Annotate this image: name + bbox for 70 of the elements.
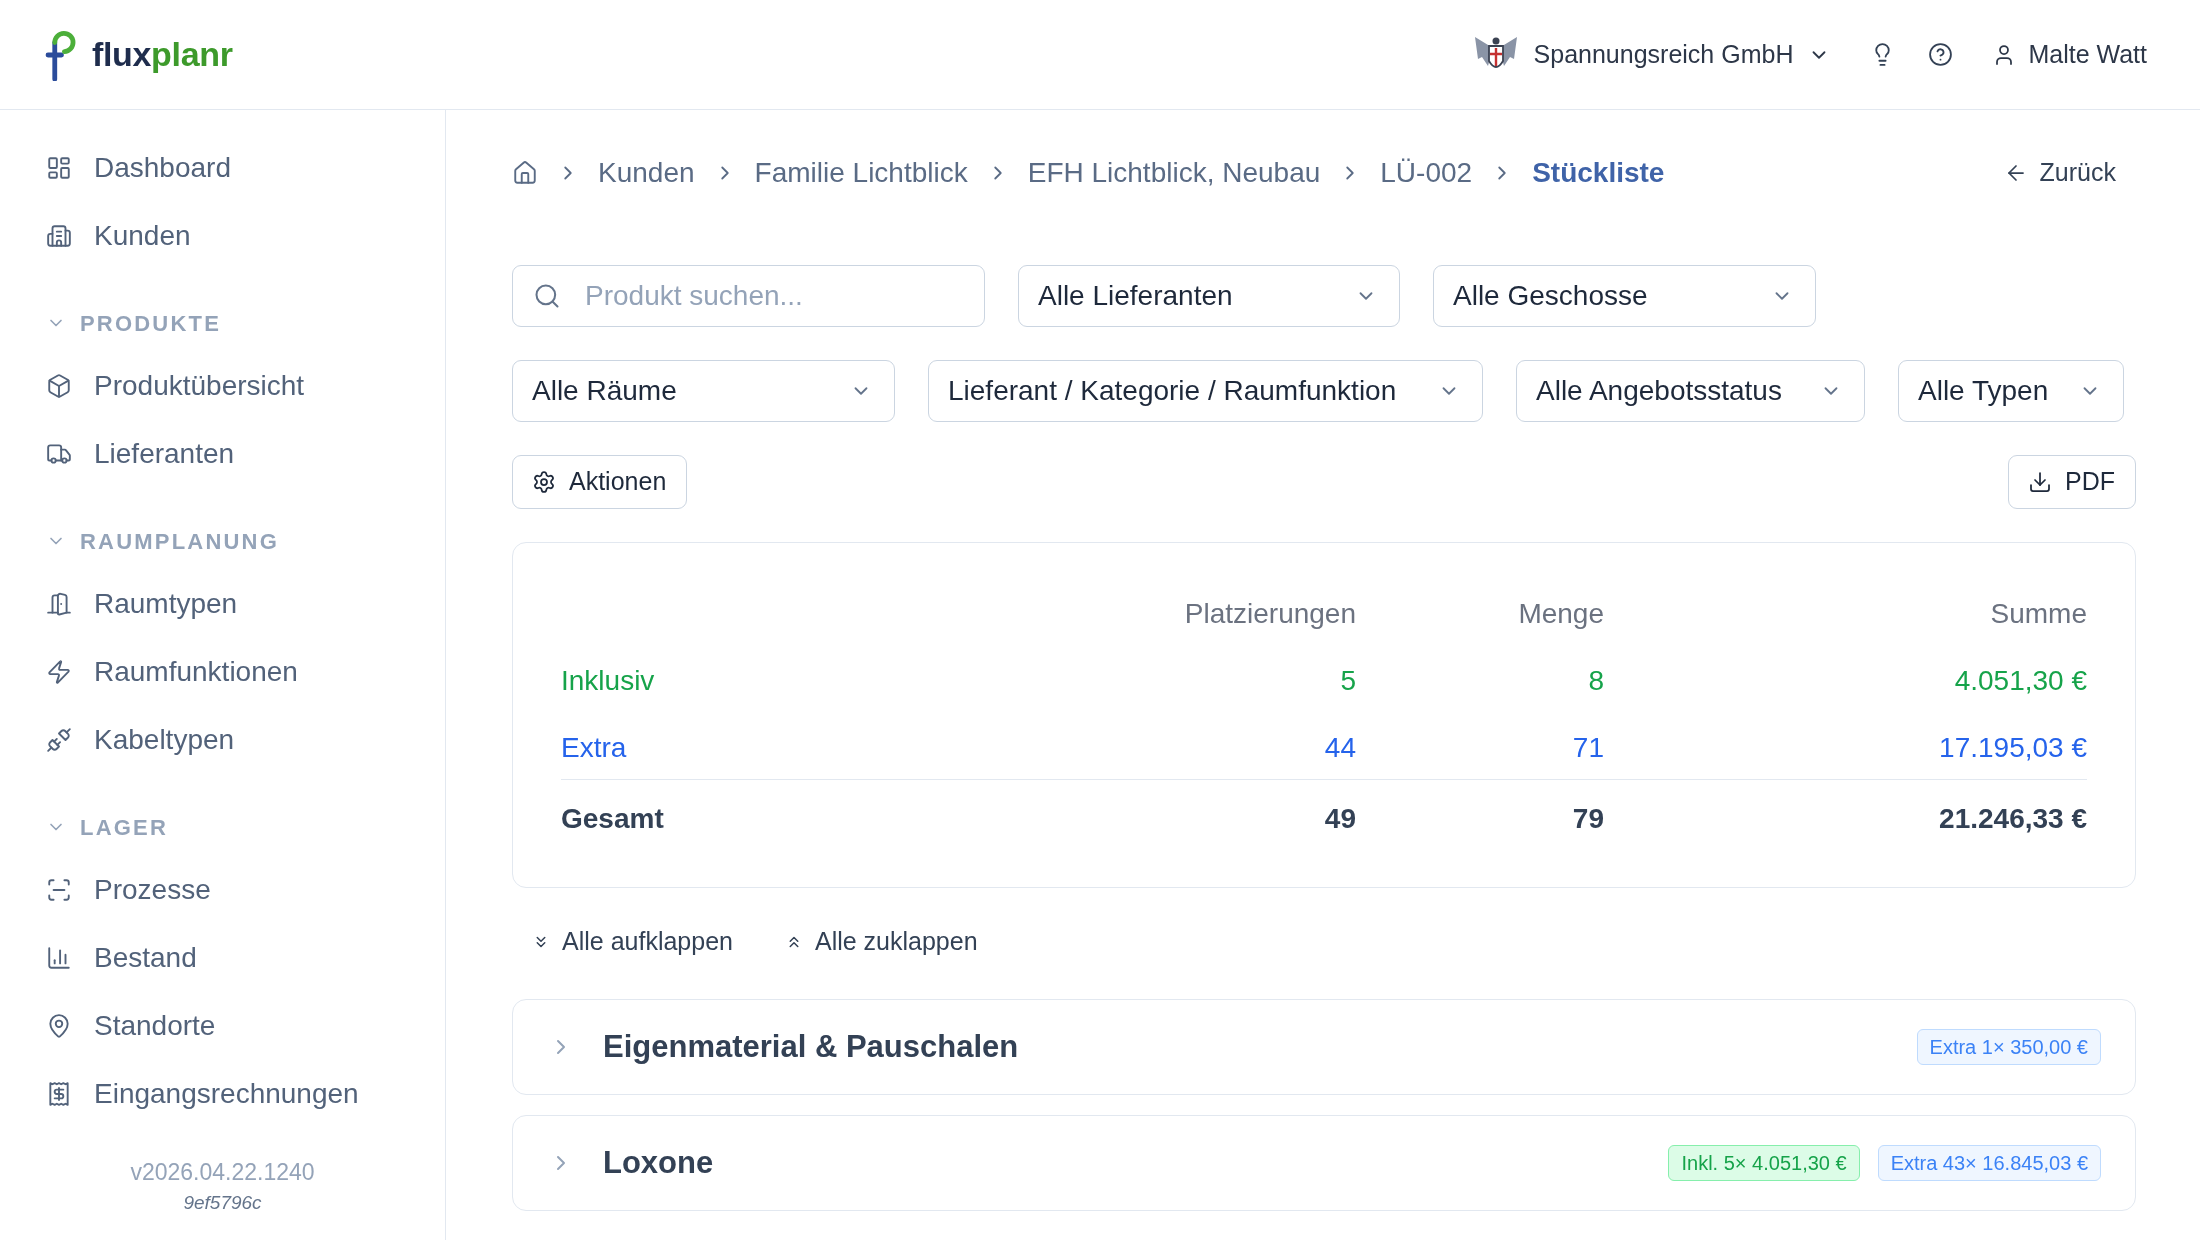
search-icon [533, 282, 561, 310]
table-cell-text: 4.051,30 € [1954, 664, 2087, 698]
table-cell-text: Inklusiv [561, 664, 655, 698]
back-button[interactable]: Zurück [1983, 154, 2136, 192]
breadcrumb-link[interactable]: LÜ-002 [1380, 152, 1473, 194]
actions-button[interactable]: Aktionen [512, 455, 688, 509]
total-badge: Extra 1× 350,00 € [1916, 1029, 2101, 1065]
home-icon[interactable] [512, 160, 538, 186]
table-cell-text: Extra [561, 731, 627, 765]
plug-icon [46, 727, 72, 753]
scan-frame-icon [46, 877, 72, 903]
column-header: Summe [1990, 597, 2087, 631]
nav-item[interactable]: Kunden [24, 202, 421, 270]
dropdown-select[interactable]: Lieferant / Kategorie / Raumfunktion [928, 360, 1483, 422]
dropdown-select[interactable]: Alle Geschosse [1433, 265, 1816, 327]
company-switcher[interactable]: Spannungsreich GmbH [1472, 32, 1831, 77]
dropdown-select[interactable]: Alle Lieferanten [1018, 265, 1400, 327]
table-cell-text: 21.246,33 € [1939, 802, 2087, 836]
column-header: Platzierungen [1184, 597, 1356, 631]
nav-item[interactable]: Lieferanten [24, 420, 421, 488]
map-pin-icon [46, 1013, 72, 1039]
search-field[interactable]: Produkt suchen... [512, 265, 985, 327]
door-icon [46, 591, 72, 617]
table-cell-text: 49 [1324, 802, 1356, 836]
group-toggle[interactable]: Eigenmaterial & Pauschalen [549, 1023, 1019, 1071]
nav-item[interactable]: Prozesse [24, 856, 421, 924]
dropdown-select[interactable]: Alle Typen [1898, 360, 2124, 422]
table-cell-text: 71 [1572, 731, 1604, 765]
nav-item[interactable]: Raumfunktionen [24, 638, 421, 706]
column-header: Menge [1518, 597, 1604, 631]
bar-chart-icon [46, 945, 72, 971]
brand-name: fluxplanr [92, 34, 233, 75]
dropdown-select[interactable]: Alle Räume [512, 360, 895, 422]
layout-grid-icon [46, 155, 72, 181]
lightning-icon [46, 659, 72, 685]
nav-item[interactable]: Kabeltypen [24, 706, 421, 774]
settings-icon [532, 470, 556, 494]
group-toggle[interactable]: Loxone [549, 1139, 714, 1187]
version-text: v2026.04.22.1240 [130, 1158, 315, 1187]
expand-toggle-button[interactable]: Alle zuklappen [764, 922, 998, 962]
help-icon[interactable] [1928, 42, 1954, 67]
building-icon [46, 223, 72, 249]
build-hash: 9ef5796c [183, 1191, 262, 1215]
table-cell-text: 8 [1588, 664, 1604, 698]
breadcrumb-link[interactable]: Kunden [598, 152, 695, 194]
expand-toggle-button[interactable]: Alle aufklappen [512, 922, 753, 962]
breadcrumb-link[interactable]: EFH Lichtblick, Neubau [1027, 152, 1321, 194]
table-cell-text: 44 [1324, 731, 1356, 765]
dropdown-select[interactable]: Alle Angebotsstatus [1516, 360, 1865, 422]
user-menu[interactable]: Malte Watt [1992, 35, 2147, 74]
total-badge: Extra 43× 16.845,03 € [1877, 1145, 2101, 1181]
nav-item[interactable]: Eingangsrechnungen [24, 1060, 421, 1128]
table-cell-text: Gesamt [561, 802, 664, 836]
nav-item[interactable]: Bestand [24, 924, 421, 992]
nav-item[interactable]: Raumtypen [24, 570, 421, 638]
table-cell-text: 17.195,03 € [1939, 731, 2087, 765]
receipt-icon [46, 1081, 72, 1107]
nav-item[interactable]: Dashboard [24, 134, 421, 202]
table-cell-text: 79 [1572, 802, 1604, 836]
pdf-button[interactable]: PDF [2008, 455, 2136, 509]
nav-item[interactable]: Produktübersicht [24, 352, 421, 420]
nav-item[interactable]: Standorte [24, 992, 421, 1060]
total-badge: Inkl. 5× 4.051,30 € [1668, 1145, 1860, 1181]
breadcrumb-link[interactable]: Familie Lichtblick [754, 152, 968, 194]
breadcrumb-link[interactable]: Stückliste [1532, 152, 1665, 194]
table-cell-text: 5 [1340, 664, 1356, 698]
download-icon [2028, 470, 2052, 494]
truck-icon [46, 441, 72, 467]
cube-icon [46, 373, 72, 399]
logo-icon [45, 28, 78, 81]
